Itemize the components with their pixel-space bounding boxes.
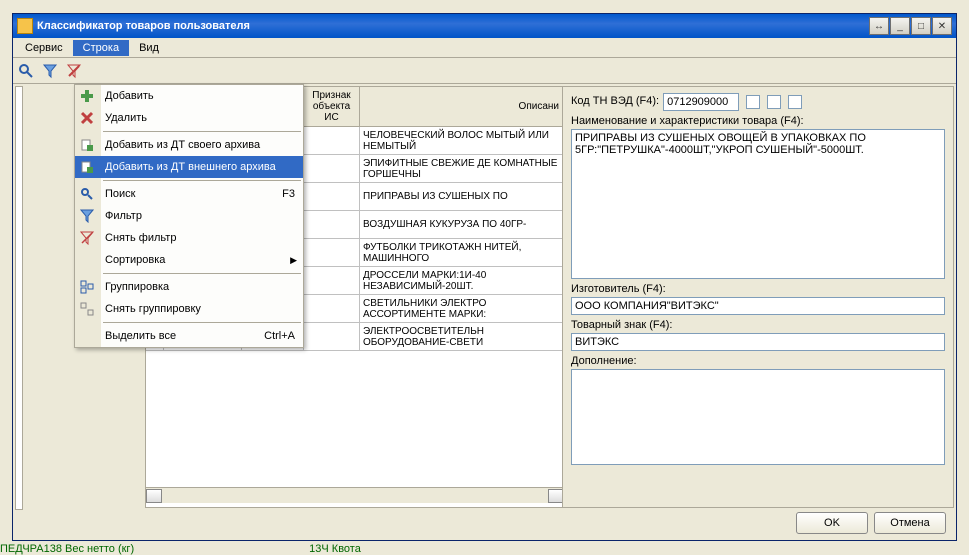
status-left-text: ПЕДЧРА138 Вес нетто (кг) [0,543,134,555]
menu-delete-label: Удалить [105,112,147,124]
search-icon [79,186,95,202]
group-icon [79,279,95,295]
menu-ungroup-label: Снять группировку [105,303,201,315]
cell-is [304,267,360,294]
flag-check-2[interactable] [767,95,781,109]
maker-input[interactable] [571,297,945,315]
menu-add-own-archive[interactable]: Добавить из ДТ своего архива [75,134,303,156]
menu-sort[interactable]: Сортировка ▶ [75,249,303,271]
cell-desc: ЧЕЛОВЕЧЕСКИЙ ВОЛОС МЫТЫЙ ИЛИ НЕМЫТЫЙ [360,127,564,154]
mark-input[interactable] [571,333,945,351]
addition-label: Дополнение: [571,355,945,367]
menu-add-label: Добавить [105,90,154,102]
menu-add-external-archive[interactable]: Добавить из ДТ внешнего архива [75,156,303,178]
app-icon [17,18,33,34]
maximize-button[interactable]: □ [911,17,931,35]
cell-is [304,295,360,322]
cancel-button[interactable]: Отмена [874,512,946,534]
cell-desc: ПРИПРАВЫ ИЗ СУШЕНЫХ ПО [360,183,564,210]
cell-desc: ФУТБОЛКИ ТРИКОТАЖН НИТЕЙ, МАШИННОГО [360,239,564,266]
menu-search[interactable]: Поиск F3 [75,183,303,205]
cell-is [304,127,360,154]
plus-icon [79,88,95,104]
group-off-icon [79,301,95,317]
menu-sep [103,131,301,132]
body-area: Добавить Удалить Добавить из ДТ своего а… [13,84,956,512]
menu-select-all[interactable]: Выделить все Ctrl+A [75,325,303,347]
cell-is [304,239,360,266]
addfile-icon [79,159,95,175]
maker-label: Изготовитель (F4): [571,283,945,295]
menu-filter-label: Фильтр [105,210,142,222]
menu-delete[interactable]: Удалить [75,107,303,129]
menu-view[interactable]: Вид [129,40,169,56]
titlebar: Классификатор товаров пользователя ↔ _ □… [13,14,956,38]
menu-ungroup[interactable]: Снять группировку [75,298,303,320]
menu-selectall-shortcut: Ctrl+A [264,330,295,342]
window-title: Классификатор товаров пользователя [37,20,869,32]
status-left: ПЕДЧРА138 Вес нетто (кг) 13Ч Квота [0,543,361,555]
ok-button[interactable]: OK [796,512,868,534]
cell-desc: ЭПИФИТНЫЕ СВЕЖИЕ ДЕ КОМНАТНЫЕ ГОРШЕЧНЫ [360,155,564,182]
filter-icon [79,208,95,224]
cell-desc: СВЕТИЛЬНИКИ ЭЛЕКТРО АССОРТИМЕНТЕ МАРКИ: [360,295,564,322]
name-label: Наименование и характеристики товара (F4… [571,115,945,127]
menu-search-shortcut: F3 [282,188,295,200]
menu-sep [103,180,301,181]
x-icon [79,110,95,126]
footer-buttons: OK Отмена [796,510,954,536]
menu-clear-filter[interactable]: Снять фильтр [75,227,303,249]
cell-desc: ДРОССЕЛИ МАРКИ:1И-40 НЕЗАВИСИМЫЙ-20ШТ. [360,267,564,294]
menu-clearfilter-label: Снять фильтр [105,232,176,244]
cell-is [304,211,360,238]
menu-service[interactable]: Сервис [15,40,73,56]
menubar: Сервис Строка Вид [13,38,956,58]
filter-off-icon [79,230,95,246]
tree-panel [15,86,23,510]
flag-check-1[interactable] [746,95,760,109]
menu-search-label: Поиск [105,188,135,200]
name-input[interactable]: ПРИПРАВЫ ИЗ СУШЕНЫХ ОВОЩЕЙ В УПАКОВКАХ П… [571,129,945,279]
menu-add-own-label: Добавить из ДТ своего архива [105,139,260,151]
swap-button[interactable]: ↔ [869,17,889,35]
grid-hscroll[interactable] [146,487,564,503]
menu-row[interactable]: Строка [73,40,129,56]
menu-selectall-label: Выделить все [105,330,176,342]
cell-desc: ЭЛЕКТРООСВЕТИТЕЛЬН ОБОРУДОВАНИЕ-СВЕТИ [360,323,564,350]
menu-sep [103,322,301,323]
scroll-left-button[interactable] [146,489,162,503]
code-label: Код ТН ВЭД (F4): [571,95,659,107]
toolbar-clearfilter-icon[interactable] [63,60,85,82]
context-menu: Добавить Удалить Добавить из ДТ своего а… [74,84,304,348]
minimize-button[interactable]: _ [890,17,910,35]
menu-add-ext-label: Добавить из ДТ внешнего архива [105,161,276,173]
addfile-icon [79,137,95,153]
cell-is [304,323,360,350]
cell-is [304,183,360,210]
close-button[interactable]: ✕ [932,17,952,35]
toolbar [13,58,956,84]
menu-sort-label: Сортировка [105,254,165,266]
col-is[interactable]: Признак объекта ИС [304,87,360,126]
flag-check-3[interactable] [788,95,802,109]
menu-group[interactable]: Группировка [75,276,303,298]
details-panel: Код ТН ВЭД (F4): Наименование и характер… [562,86,954,508]
col-desc[interactable]: Описани [360,87,564,126]
cell-desc: ВОЗДУШНАЯ КУКУРУЗА ПО 40ГР- [360,211,564,238]
window-buttons: ↔ _ □ ✕ [869,17,952,35]
app-window: Классификатор товаров пользователя ↔ _ □… [12,13,957,541]
toolbar-search-icon[interactable] [15,60,37,82]
menu-group-label: Группировка [105,281,169,293]
menu-add[interactable]: Добавить [75,85,303,107]
status-right-text: 13Ч Квота [309,543,361,555]
code-input[interactable] [663,93,739,111]
toolbar-filter-icon[interactable] [39,60,61,82]
mark-label: Товарный знак (F4): [571,319,945,331]
submenu-arrow-icon: ▶ [290,255,297,266]
cell-is [304,155,360,182]
addition-input[interactable] [571,369,945,465]
menu-sep [103,273,301,274]
menu-filter[interactable]: Фильтр [75,205,303,227]
